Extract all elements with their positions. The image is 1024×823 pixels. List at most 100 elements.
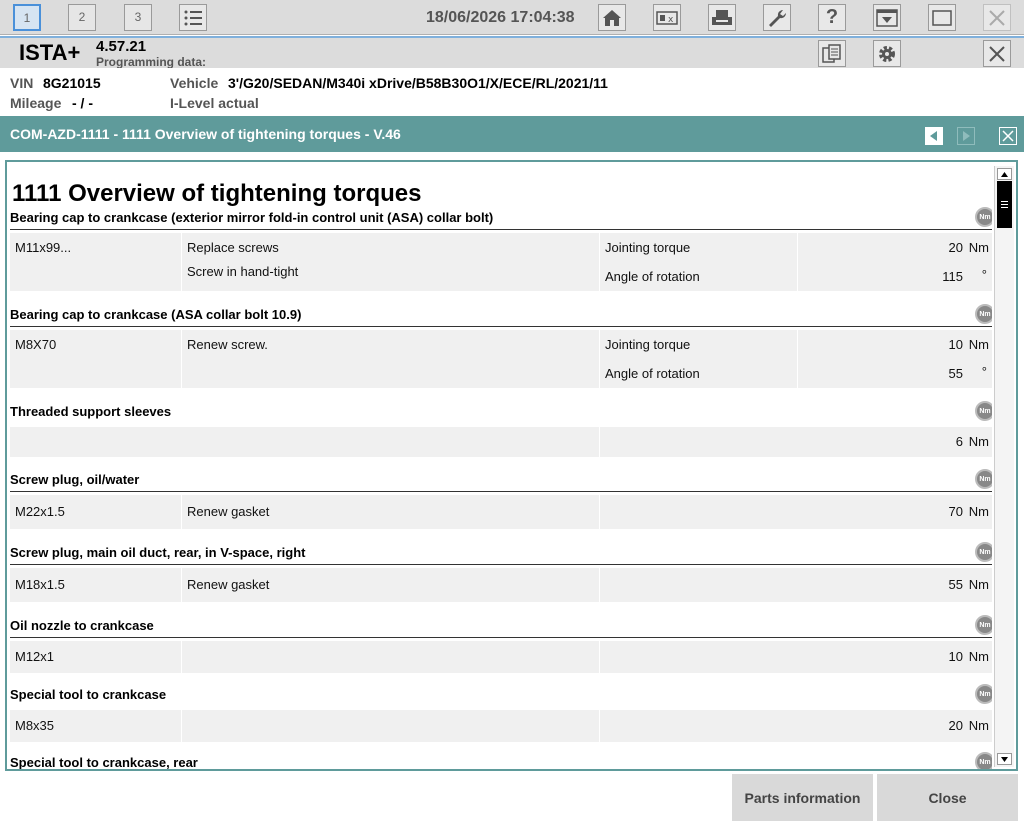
torque-unit: Nm [968,337,989,352]
angle-value: 55 [948,366,963,381]
nm-torque-icon[interactable]: Nm [975,752,992,769]
document-viewer[interactable]: 1111 Overview of tightening torques Bear… [5,160,1018,771]
instruction: Renew gasket [187,577,270,592]
vin-value: 8G21015 [43,75,101,91]
table-row: M11x99... Replace screws Screw in hand-t… [10,233,992,291]
section-divider [10,326,992,327]
next-arrow-icon[interactable] [957,127,975,145]
torque-section: Oil nozzle to crankcase Nm M12x1 10 Nm [10,614,992,676]
section-title: Special tool to crankcase [10,687,167,702]
close-button[interactable]: Close [877,774,1018,821]
nm-torque-icon[interactable]: Nm [975,542,992,562]
nm-torque-icon[interactable]: Nm [975,684,992,704]
torque-section: Screw plug, main oil duct, rear, in V-sp… [10,541,992,607]
nm-torque-icon[interactable]: Nm [975,401,992,421]
vehicle-info-panel: VIN 8G21015 Vehicle 3'/G20/SEDAN/M340i x… [0,68,1024,116]
section-divider [10,564,992,565]
document-title-bar: COM-AZD-1111 - 1111 Overview of tighteni… [0,116,1024,152]
settings-gear-icon[interactable] [873,40,901,67]
section-divider [10,229,992,230]
documents-icon[interactable] [818,40,846,67]
nm-torque-icon[interactable]: Nm [975,207,992,227]
torque-value: 20 [948,718,963,733]
torque-unit: Nm [968,240,989,255]
home-icon[interactable] [598,4,626,31]
vehicle-label: Vehicle [170,75,219,91]
table-row: 6 Nm [10,427,992,457]
angle-unit: ° [981,267,987,282]
svg-text:x: x [668,15,674,25]
list-icon[interactable] [179,4,207,31]
torque-section: Special tool to crankcase, rear Nm [10,751,992,769]
section-title: Bearing cap to crankcase (ASA collar bol… [10,307,302,322]
bolt-size: M8X70 [15,337,57,352]
previous-arrow-icon[interactable] [925,127,943,145]
nm-torque-icon[interactable]: Nm [975,615,992,635]
torque-type: Angle of rotation [605,269,700,284]
programming-data-label: Programming data: [96,55,207,69]
table-row: M18x1.5 Renew gasket 55 Nm [10,568,992,602]
torque-type: Jointing torque [605,337,691,352]
help-icon[interactable]: ? [818,4,846,31]
table-row: M12x1 10 Nm [10,641,992,673]
torque-value: 6 [955,434,963,449]
scroll-up-icon[interactable] [997,168,1012,180]
section-divider [10,491,992,492]
angle-unit: ° [981,364,987,379]
bolt-size: M18x1.5 [15,577,65,592]
close-icon[interactable] [983,4,1011,31]
mileage-value: - / - [72,95,93,111]
section-title: Screw plug, oil/water [10,472,140,487]
torque-type: Jointing torque [605,240,691,255]
torque-unit: Nm [968,504,989,519]
footer-bar: Parts information Close [0,772,1024,823]
torque-section: Special tool to crankcase Nm M8x35 20 Nm [10,683,992,745]
nm-torque-icon[interactable]: Nm [975,469,992,489]
print-icon[interactable] [708,4,736,31]
torque-unit: Nm [968,434,989,449]
section-title: Threaded support sleeves [10,404,172,419]
window-icon[interactable] [928,4,956,31]
datetime-display: 18/06/2026 17:04:38 [426,9,575,26]
ilevel-label: I-Level actual [170,95,259,111]
bolt-size: M8x35 [15,718,55,733]
instruction: Renew gasket [187,504,270,519]
bolt-size: M11x99... [15,240,72,255]
bolt-size: M12x1 [15,649,55,664]
top-toolbar: 1 2 3 18/06/2026 17:04:38 x ? [0,0,1024,35]
table-row: M8X70 Renew screw. Jointing torque Angle… [10,330,992,388]
nm-torque-icon[interactable]: Nm [975,304,992,324]
section-title: Special tool to crankcase, rear [10,755,198,769]
torque-section: Bearing cap to crankcase (exterior mirro… [10,206,992,296]
torque-value: 55 [948,577,963,592]
app-name: ISTA+ [19,40,81,65]
compare-icon[interactable]: x [653,4,681,31]
scroll-thumb[interactable] [997,181,1012,228]
wrench-icon[interactable] [763,4,791,31]
torque-unit: Nm [968,649,989,664]
vin-label: VIN [10,75,34,91]
app-version: 4.57.21 [96,38,147,55]
torque-section: Screw plug, oil/water Nm M22x1.5 Renew g… [10,468,992,534]
torque-type: Angle of rotation [605,366,700,381]
torque-section: Threaded support sleeves Nm 6 Nm [10,400,992,460]
document-close-icon[interactable] [999,127,1017,145]
session-tab-2[interactable]: 2 [68,4,96,31]
table-row: M8x35 20 Nm [10,710,992,742]
download-icon[interactable] [873,4,901,31]
header-close-icon[interactable] [983,40,1011,67]
torque-value: 70 [948,504,963,519]
parts-information-button[interactable]: Parts information [732,774,873,821]
session-tab-3[interactable]: 3 [124,4,152,31]
instruction: Renew screw. [187,337,268,352]
torque-unit: Nm [968,577,989,592]
angle-value: 115 [942,269,963,284]
mileage-label: Mileage [10,95,62,111]
app-header: ISTA+ 4.57.21 Programming data: [0,36,1024,69]
vertical-scrollbar[interactable] [994,166,1014,767]
section-title: Oil nozzle to crankcase [10,618,154,633]
scroll-down-icon[interactable] [997,753,1012,765]
bolt-size: M22x1.5 [15,504,65,519]
vehicle-value: 3'/G20/SEDAN/M340i xDrive/B58B30O1/X/ECE… [228,75,608,91]
session-tab-1[interactable]: 1 [13,4,41,31]
